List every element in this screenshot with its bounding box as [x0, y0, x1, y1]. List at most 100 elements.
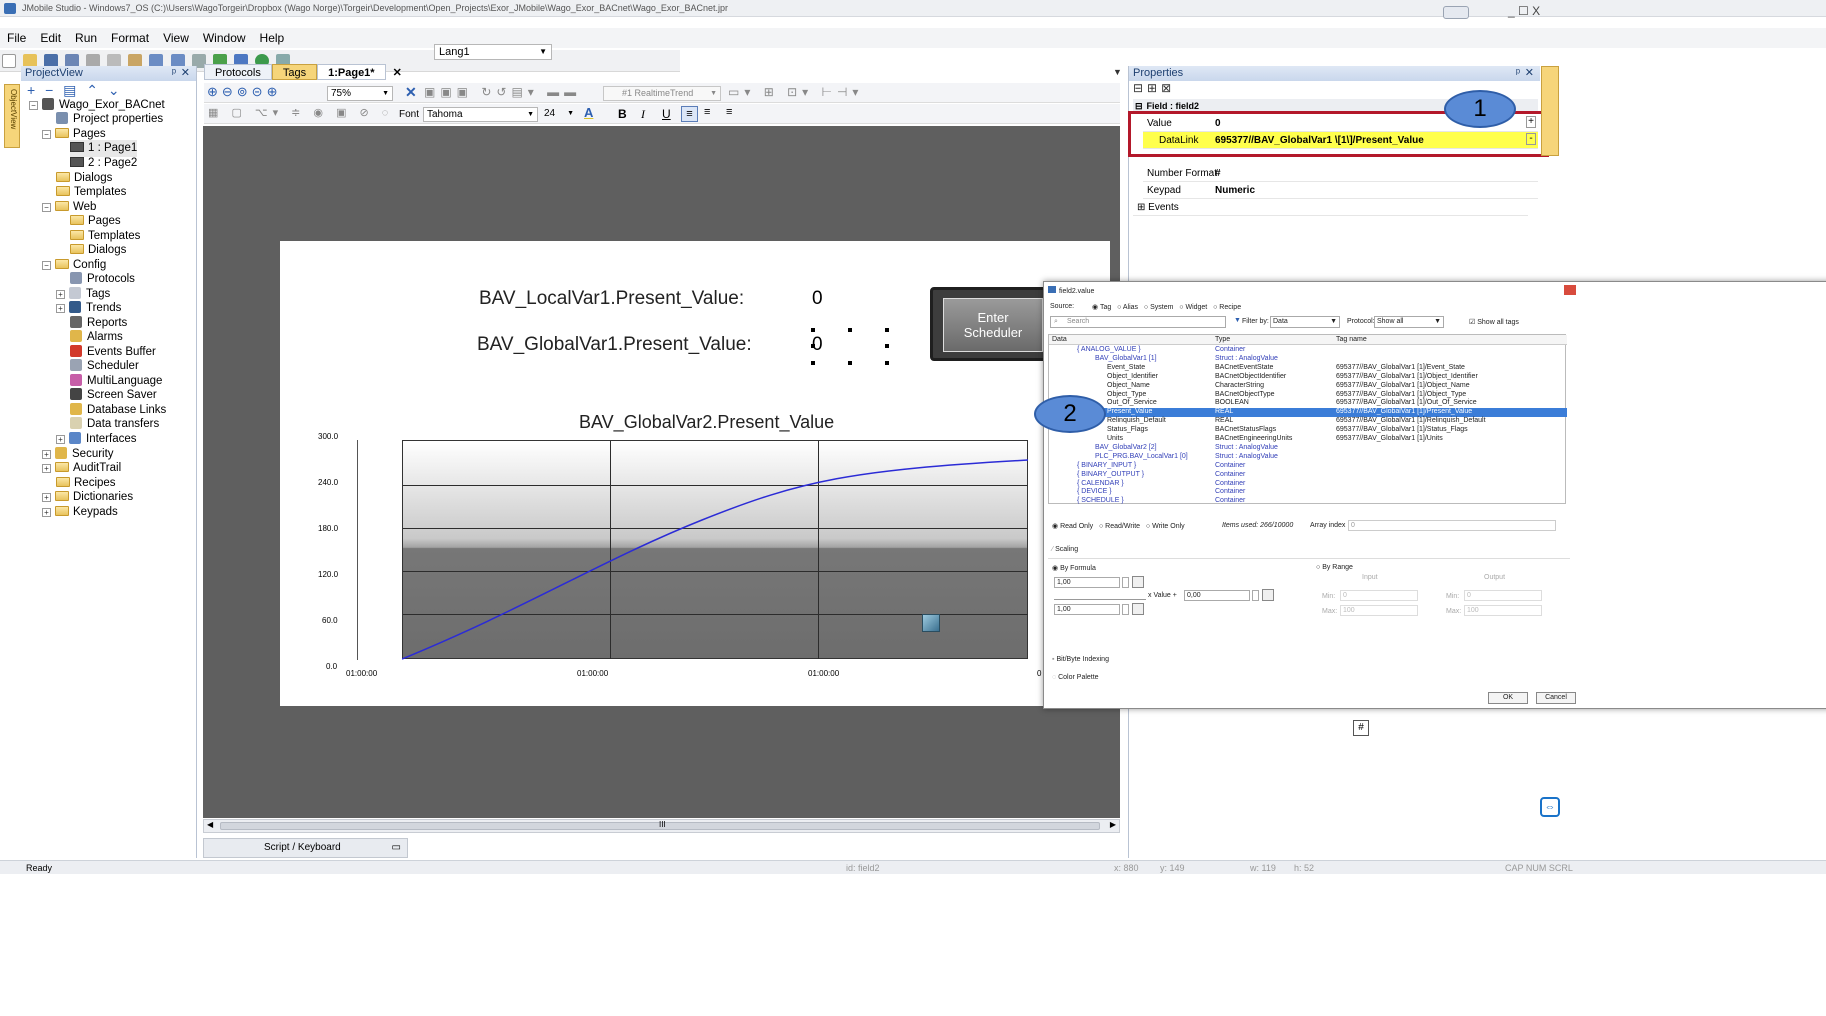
col-data[interactable]: Data	[1052, 336, 1067, 343]
hash-button[interactable]: #	[1353, 720, 1369, 736]
trend-widget-icon[interactable]	[922, 614, 940, 632]
teamviewer-icon[interactable]: ⇔	[1540, 797, 1560, 817]
tag-row[interactable]: Status_Flags BACnetStatusFlags 695377//BAV…	[1049, 426, 1567, 435]
formula-spin-2[interactable]	[1252, 590, 1259, 601]
radio-by-formula[interactable]: ◉ By Formula	[1052, 564, 1096, 572]
tag-row[interactable]: { CALENDAR } Container	[1049, 480, 1567, 489]
tab-page1[interactable]: 1:Page1*	[317, 64, 386, 80]
color-palette-section[interactable]: ◌ Color Palette	[1052, 674, 1099, 681]
remove-icon[interactable]: −	[45, 82, 53, 98]
collapse-icon[interactable]: ⊟	[1135, 101, 1143, 111]
expand-icon[interactable]: +	[56, 290, 65, 299]
tag-row[interactable]: Relinquish_Default REAL 695377//BAV_Global…	[1049, 417, 1567, 426]
field-local-value[interactable]: 0	[812, 288, 823, 310]
zoom-icons[interactable]: ⊕⊖⊚⊝⊕	[207, 84, 281, 100]
formula-input-3[interactable]: 1,00	[1054, 604, 1120, 615]
formula-spin-1[interactable]	[1122, 577, 1129, 588]
tag-row[interactable]: Object_Identifier BACnetObjectIdentifier 6…	[1049, 373, 1567, 382]
radio-write-only[interactable]: ○ Write Only	[1146, 523, 1185, 530]
arrange-icons[interactable]: ▣▣▣ ↻↺▤▾ ▬▬	[424, 85, 581, 99]
label-global-var[interactable]: BAV_GlobalVar1.Present_Value:	[477, 334, 752, 356]
font-size-select[interactable]: 24 ▼	[544, 107, 576, 122]
menu-format[interactable]: Format	[104, 28, 156, 48]
expand-icon[interactable]: +	[56, 304, 65, 313]
array-index-input[interactable]: 0	[1348, 520, 1556, 531]
radio-system[interactable]: ○ System	[1144, 304, 1174, 311]
prop-row-number-format[interactable]: Number Format #	[1143, 165, 1538, 182]
expand-icon[interactable]: +	[42, 464, 51, 473]
tag-row[interactable]: { BINARY_INPUT } Container	[1049, 462, 1567, 471]
tag-row[interactable]: BAV_GlobalVar2 [2] Struct : AnalogValue	[1049, 444, 1567, 453]
radio-widget[interactable]: ○ Widget	[1179, 304, 1207, 311]
font-select[interactable]: Tahoma ▼	[423, 107, 538, 122]
underline-button[interactable]: U	[662, 107, 671, 121]
scroll-right-icon[interactable]: ▶	[1110, 820, 1116, 829]
radio-by-range[interactable]: ○ By Range	[1316, 564, 1353, 571]
menu-window[interactable]: Window	[196, 28, 253, 48]
script-keyboard-tab[interactable]: Script / Keyboard ▭	[203, 838, 408, 858]
tab-protocols[interactable]: Protocols	[204, 64, 272, 80]
tag-row[interactable]: Units BACnetEngineeringUnits 695377//BAV_G…	[1049, 435, 1567, 444]
col-type[interactable]: Type	[1215, 336, 1230, 343]
show-all-tags-checkbox[interactable]: ☑ Show all tags	[1469, 318, 1519, 326]
properties-toolbar[interactable]: ⊟⊞⊠	[1133, 81, 1175, 95]
tag-row[interactable]: { DEVICE } Container	[1049, 488, 1567, 497]
close-icon[interactable]: ✕	[181, 66, 190, 81]
formula-spin-3[interactable]	[1122, 604, 1129, 615]
filter-select[interactable]: Data ▼	[1270, 316, 1340, 328]
window-controls[interactable]: _ ☐ X	[1508, 4, 1540, 18]
range-out-max[interactable]: 100	[1464, 605, 1542, 616]
enter-scheduler-button[interactable]: Enter Scheduler	[930, 287, 1050, 361]
layout-icons[interactable]: ▭▾ ⊞ ⊡▾ ⊢⊣▾	[728, 85, 863, 99]
tag-row[interactable]: Object_Type BACnetObjectType 695377//BAV_G…	[1049, 391, 1567, 400]
selection-handles[interactable]	[811, 328, 889, 366]
formula-input-2[interactable]: 0,00	[1184, 590, 1250, 601]
tag-row[interactable]: { ANALOG_VALUE } Container	[1049, 346, 1567, 355]
properties-icon[interactable]: ▤	[63, 82, 76, 98]
horizontal-scrollbar[interactable]: ◀ III ▶	[203, 819, 1120, 833]
collapse-icon[interactable]: −	[29, 101, 38, 110]
tab-close-icon[interactable]: ✕	[389, 65, 406, 81]
label-local-var[interactable]: BAV_LocalVar1.Present_Value:	[479, 288, 744, 310]
expand-icon[interactable]: +	[42, 493, 51, 502]
range-in-max[interactable]: 100	[1340, 605, 1418, 616]
scroll-left-icon[interactable]: ◀	[207, 820, 213, 829]
down-icon[interactable]: ⌄	[108, 82, 120, 98]
bold-button[interactable]: B	[618, 107, 627, 121]
window-restore-pill[interactable]	[1443, 6, 1469, 19]
tag-row[interactable]: Event_State BACnetEventState 695377//BAV_G…	[1049, 364, 1567, 373]
collapse-icon[interactable]: −	[42, 261, 51, 270]
align-center-button[interactable]: ≡	[704, 106, 710, 118]
formula-pick-2[interactable]	[1262, 589, 1274, 601]
collapse-icon[interactable]: −	[42, 130, 51, 139]
zoom-select[interactable]: 75% ▼	[327, 86, 393, 101]
protocol-select[interactable]: Show all ▼	[1374, 316, 1444, 328]
menu-help[interactable]: Help	[253, 28, 292, 48]
radio-read-write[interactable]: ○ Read/Write	[1099, 523, 1140, 530]
tab-tags[interactable]: Tags	[271, 64, 318, 80]
add-icon[interactable]: +	[27, 82, 35, 98]
range-out-min[interactable]: 0	[1464, 590, 1542, 601]
font-color-icon[interactable]: A	[584, 105, 593, 120]
expand-icon[interactable]: +	[42, 508, 51, 517]
align-left-button[interactable]: ≡	[681, 106, 698, 122]
tabs-dropdown-icon[interactable]: ▼	[1113, 67, 1122, 77]
expand-icon[interactable]: +	[42, 450, 51, 459]
search-input[interactable]: ⌕ Search	[1050, 316, 1226, 328]
prop-row-events[interactable]: ⊞ Events	[1133, 199, 1528, 216]
menu-view[interactable]: View	[156, 28, 196, 48]
tag-row[interactable]: BAV_GlobalVar1 [1] Struct : AnalogValue	[1049, 355, 1567, 364]
tag-row[interactable]: { SCHEDULE } Container	[1049, 497, 1567, 506]
cancel-button[interactable]: Cancel	[1536, 692, 1576, 704]
trend-select[interactable]: #1 RealtimeTrend ▼	[603, 86, 721, 101]
expand-icon[interactable]: +	[56, 435, 65, 444]
menu-run[interactable]: Run	[68, 28, 104, 48]
objectview-side-tab[interactable]: ObjectView	[4, 84, 20, 148]
menu-edit[interactable]: Edit	[33, 28, 68, 48]
radio-tag[interactable]: ◉ Tag	[1092, 304, 1111, 311]
bit-indexing-section[interactable]: ▪ Bit/Byte Indexing	[1052, 656, 1109, 663]
tag-row[interactable]: PLC_PRG.BAV_LocalVar1 [0] Struct : Analog…	[1049, 453, 1567, 462]
italic-button[interactable]: I	[641, 107, 645, 122]
range-in-min[interactable]: 0	[1340, 590, 1418, 601]
pin-icon[interactable]: ᵖ	[1516, 66, 1520, 81]
